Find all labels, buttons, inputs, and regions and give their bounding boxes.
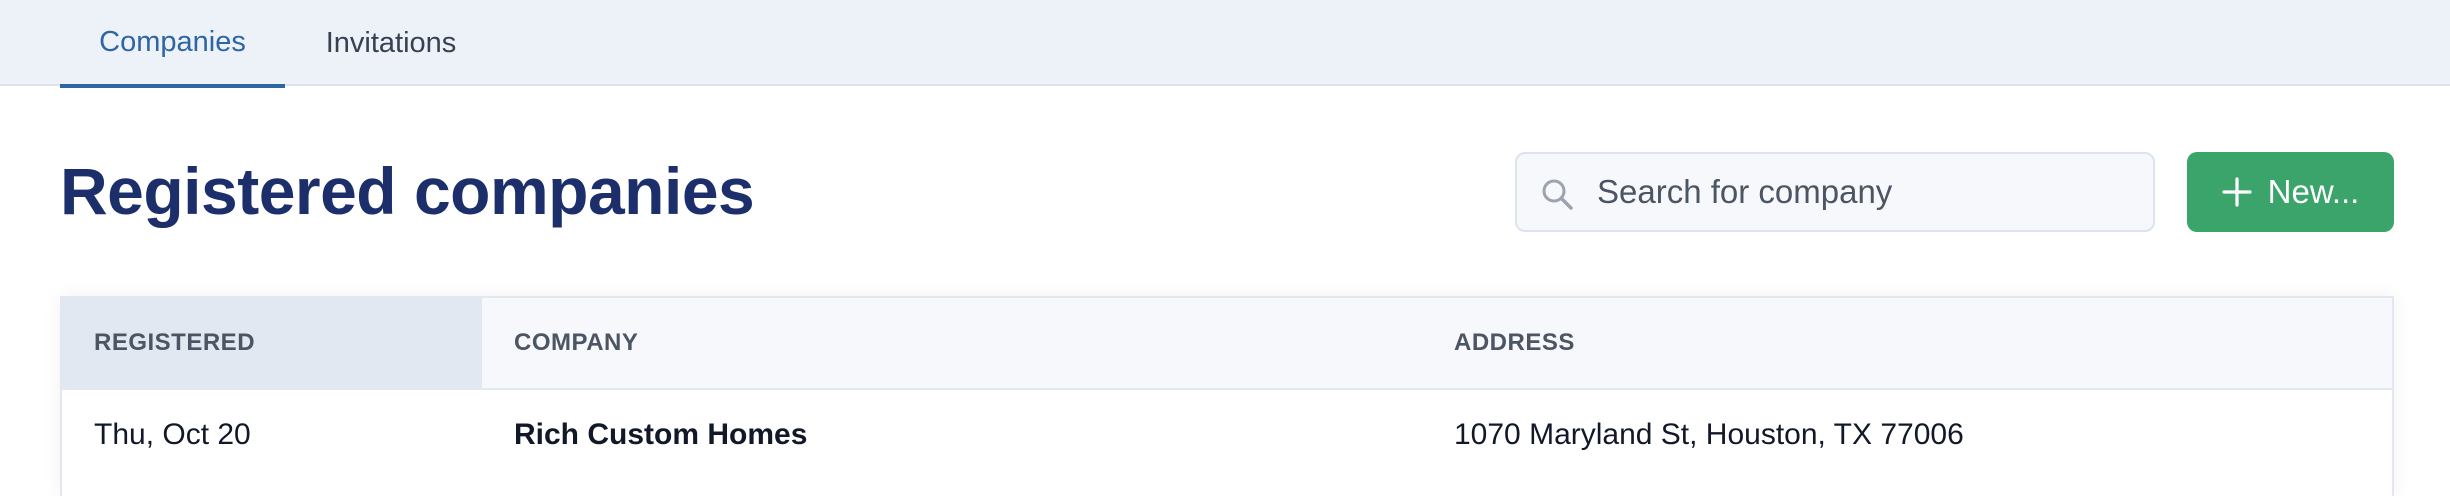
search-box[interactable] — [1515, 152, 2155, 232]
plus-icon — [2222, 177, 2252, 207]
search-icon — [1542, 179, 1573, 210]
new-button-label: New... — [2267, 173, 2360, 210]
tab-invitations[interactable]: Invitations — [285, 0, 497, 86]
page-title: Registered companies — [60, 154, 755, 228]
cell-address: 1070 Maryland St, Houston, TX 77006 — [1454, 418, 1964, 451]
tab-companies[interactable]: Companies — [60, 0, 285, 88]
new-company-button[interactable]: New... — [2187, 152, 2394, 232]
cell-registered: Thu, Oct 20 — [94, 418, 251, 451]
companies-table: REGISTERED COMPANY ADDRESS Thu, Oct 20 R… — [60, 296, 2394, 496]
column-header-company[interactable]: COMPANY — [482, 298, 1422, 388]
cell-company: Rich Custom Homes — [514, 418, 808, 451]
tab-bar: Companies Invitations — [0, 0, 2450, 88]
table-row[interactable]: Thu, Oct 20 Rich Custom Homes 1070 Maryl… — [62, 390, 2392, 480]
search-input[interactable] — [1597, 154, 2137, 230]
column-header-registered[interactable]: REGISTERED — [62, 298, 482, 388]
table-header: REGISTERED COMPANY ADDRESS — [62, 298, 2392, 390]
column-header-address[interactable]: ADDRESS — [1422, 298, 2392, 388]
